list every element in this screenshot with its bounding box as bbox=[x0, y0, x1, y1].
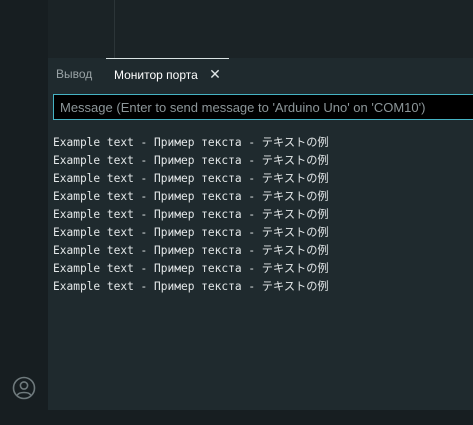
message-input[interactable] bbox=[53, 94, 473, 120]
output-line: Example text - Пример текста - テキストの例 bbox=[53, 244, 329, 257]
status-strip bbox=[48, 410, 473, 425]
tab-output[interactable]: Вывод bbox=[56, 58, 92, 90]
bottom-panel: Вывод Монитор порта ✕ Example text - При… bbox=[48, 58, 473, 410]
activity-bar bbox=[0, 0, 48, 425]
output-line: Example text - Пример текста - テキストの例 bbox=[53, 226, 329, 239]
output-line: Example text - Пример текста - テキストの例 bbox=[53, 280, 329, 293]
tab-serial-monitor-label: Монитор порта bbox=[114, 68, 198, 82]
editor-area bbox=[48, 0, 473, 58]
serial-output: Example text - Пример текста - テキストの例 Ex… bbox=[53, 134, 468, 296]
output-line: Example text - Пример текста - テキストの例 bbox=[53, 262, 329, 275]
output-line: Example text - Пример текста - テキストの例 bbox=[53, 172, 329, 185]
tab-output-label: Вывод bbox=[56, 67, 93, 81]
tab-serial-monitor[interactable]: Монитор порта ✕ bbox=[106, 58, 229, 90]
output-line: Example text - Пример текста - テキストの例 bbox=[53, 136, 329, 149]
panel-tabs: Вывод Монитор порта ✕ bbox=[48, 58, 473, 90]
account-circle-icon[interactable] bbox=[12, 376, 36, 400]
output-line: Example text - Пример текста - テキストの例 bbox=[53, 190, 329, 203]
editor-divider bbox=[114, 0, 115, 58]
close-icon[interactable]: ✕ bbox=[209, 59, 221, 90]
output-line: Example text - Пример текста - テキストの例 bbox=[53, 208, 329, 221]
output-line: Example text - Пример текста - テキストの例 bbox=[53, 154, 329, 167]
